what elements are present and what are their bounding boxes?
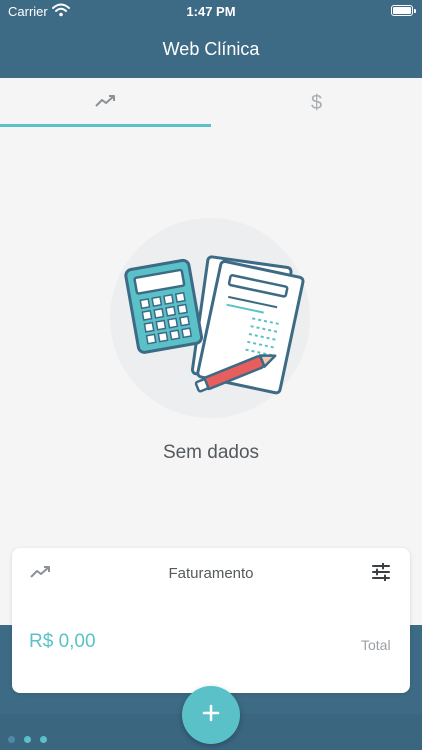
total-label: Total: [361, 637, 391, 653]
navigation-bar: Web Clínica: [0, 22, 422, 78]
main-content: $ Sem dados: [0, 78, 422, 625]
filter-sliders-icon[interactable]: [372, 562, 390, 586]
revenue-card[interactable]: Faturamento R$ 0,00 Total: [12, 548, 410, 693]
card-title: Faturamento: [168, 565, 254, 582]
battery-icon: [391, 5, 416, 16]
plus-icon: [202, 704, 220, 727]
tab-bar: $: [0, 78, 422, 128]
revenue-amount: R$ 0,00: [29, 631, 96, 652]
status-bar: Carrier 1:47 PM: [0, 0, 422, 22]
page-dot: [8, 736, 15, 743]
page-title: Web Clínica: [162, 39, 260, 59]
tab-financial[interactable]: $: [211, 78, 422, 128]
status-time: 1:47 PM: [186, 4, 236, 19]
page-dot: [24, 736, 31, 743]
empty-state-message: Sem dados: [162, 442, 260, 463]
tab-indicator: [0, 124, 211, 127]
trending-up-icon: [94, 94, 117, 113]
page-dot: [40, 736, 47, 743]
empty-state-illustration: [110, 218, 310, 418]
tab-trends[interactable]: [0, 78, 211, 128]
add-button[interactable]: [182, 686, 240, 744]
dollar-icon: $: [310, 91, 323, 114]
